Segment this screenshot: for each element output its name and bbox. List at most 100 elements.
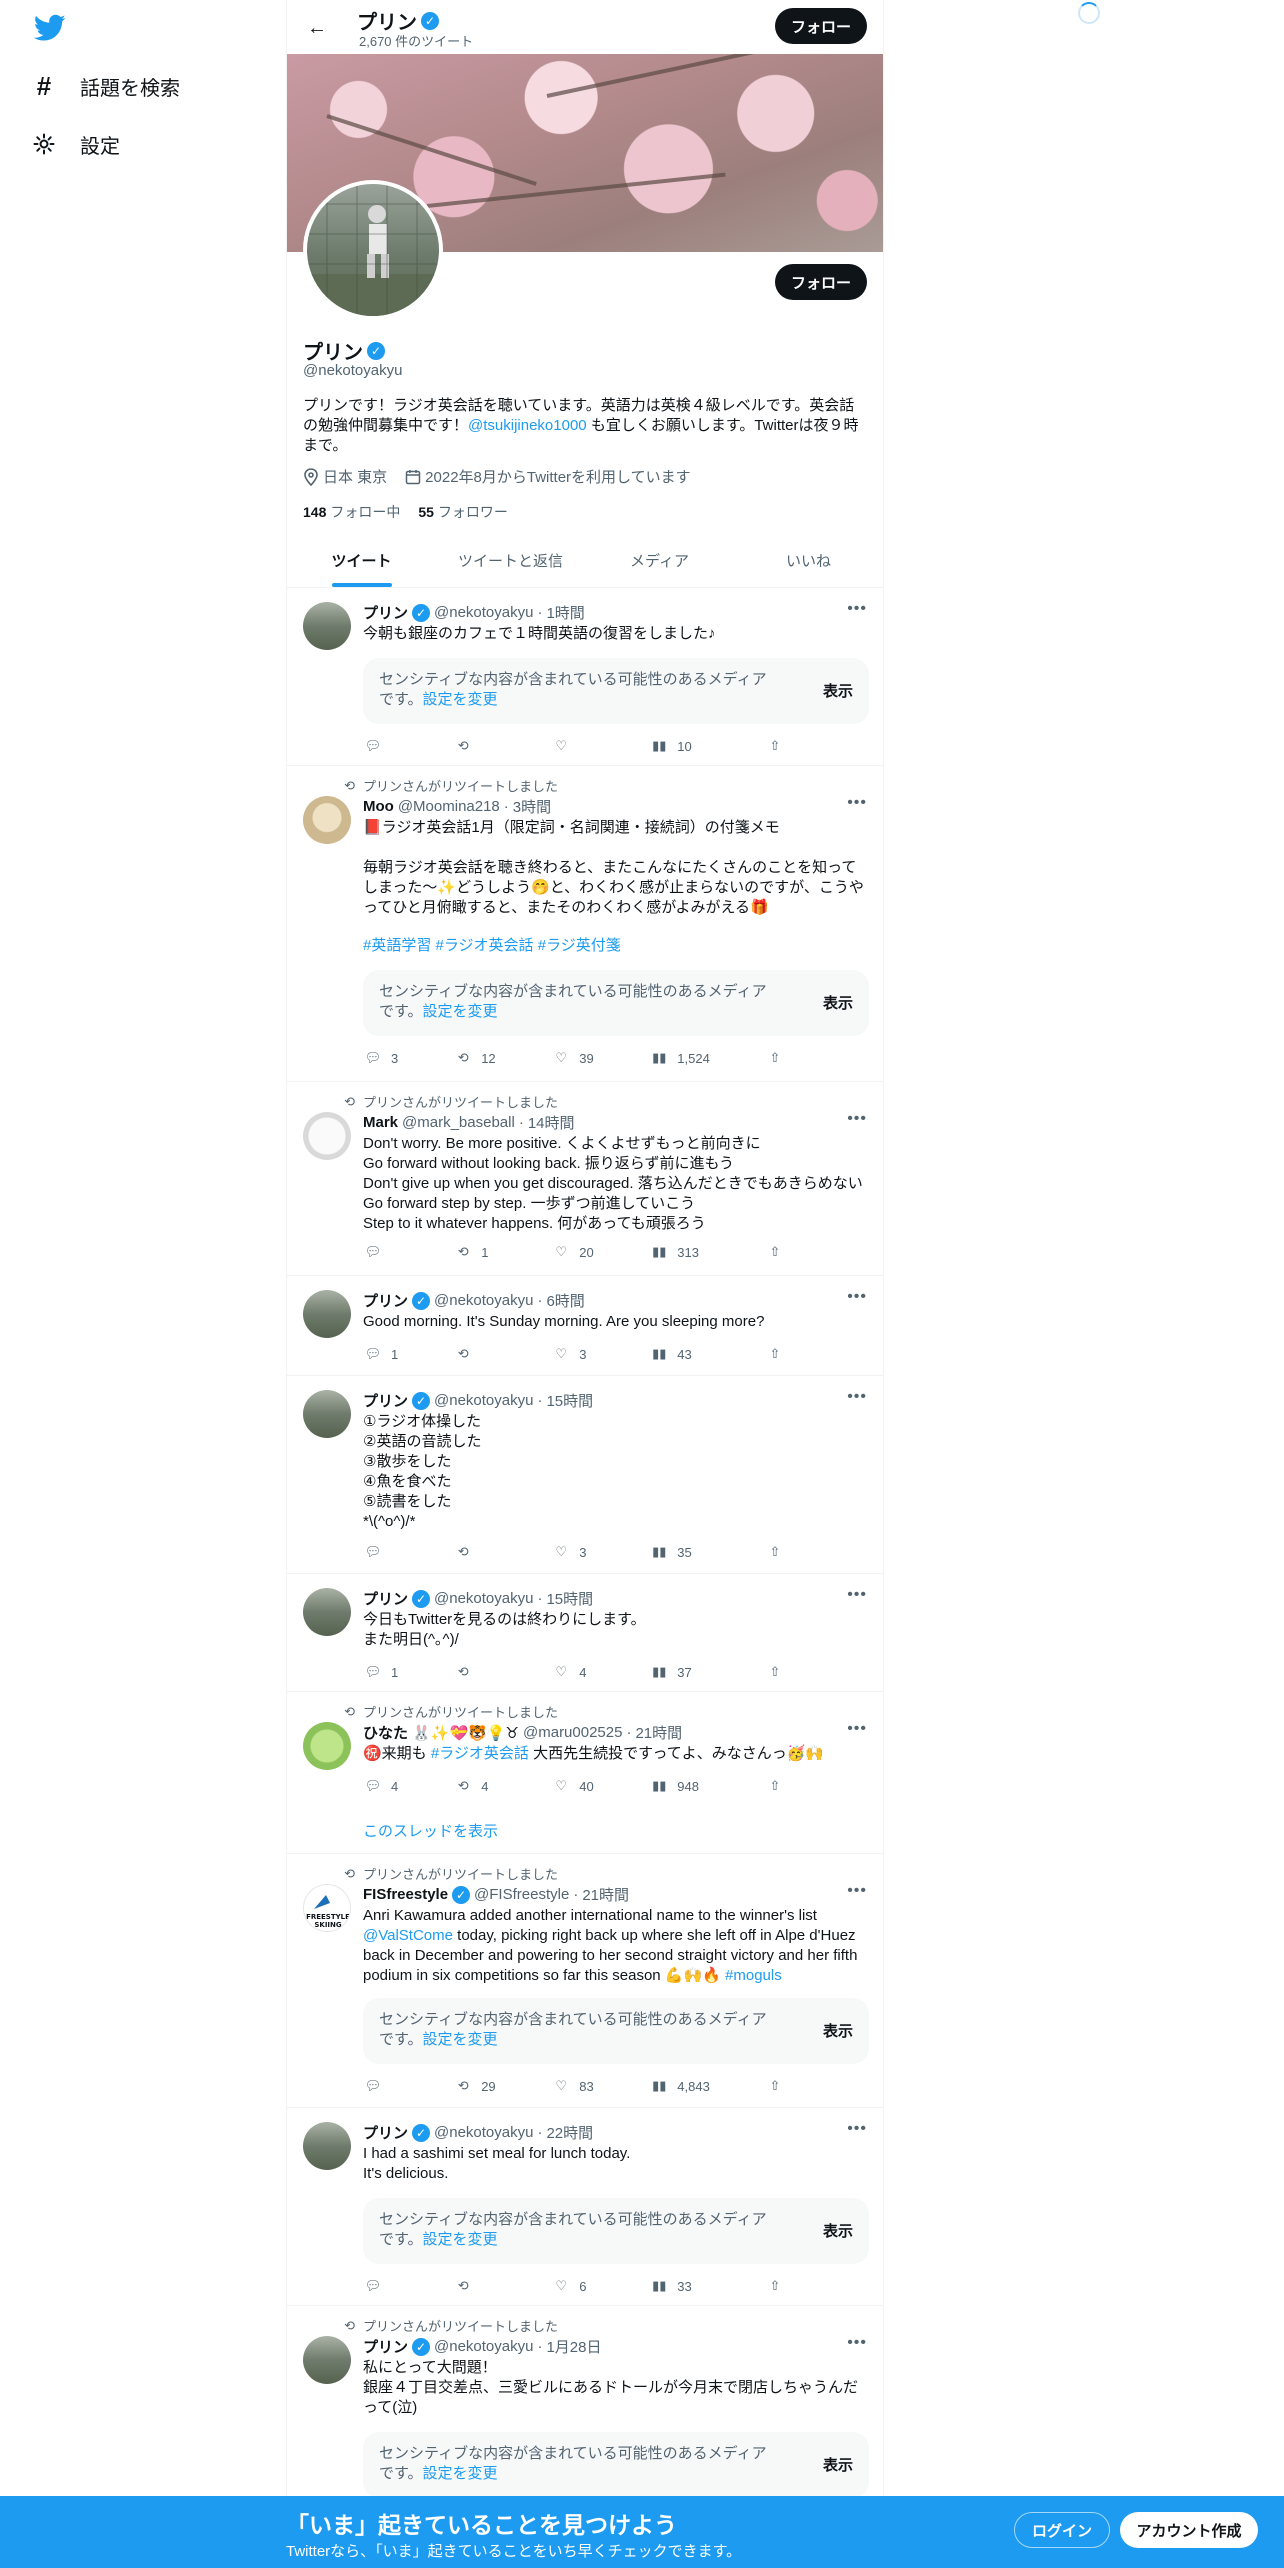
views-button[interactable]: ▮▮ 948: [649, 1776, 765, 1796]
reply-button[interactable]: 💬︎ 1: [363, 1662, 453, 1682]
profile-follow-button[interactable]: フォロー: [775, 264, 867, 300]
avatar[interactable]: [303, 796, 351, 844]
show-media-button[interactable]: 表示: [823, 2020, 853, 2041]
views-button[interactable]: ▮▮ 10: [649, 736, 765, 756]
bio-mention-link[interactable]: @tsukijineko1000: [468, 417, 587, 434]
login-button[interactable]: ログイン: [1014, 2512, 1110, 2548]
create-account-button[interactable]: アカウント作成: [1120, 2512, 1258, 2548]
reply-button[interactable]: 💬︎: [363, 1242, 453, 1262]
sidebar-item-explore[interactable]: # 話題を検索: [30, 62, 180, 110]
change-settings-link[interactable]: 設定を変更: [423, 2231, 498, 2248]
share-button[interactable]: ⇧: [765, 736, 793, 756]
retweet-button[interactable]: ⟲ 29: [453, 2076, 551, 2096]
retweet-button[interactable]: ⟲: [453, 2276, 551, 2296]
tweet[interactable]: プリン ✓ @nekotoyakyu · 6時間 ••• Good morning. …: [287, 1276, 883, 1376]
retweet-button[interactable]: ⟲ 4: [453, 1776, 551, 1796]
show-media-button[interactable]: 表示: [823, 2454, 853, 2475]
tweet[interactable]: プリン ✓ @nekotoyakyu · 1時間 ••• 今朝も銀座のカフェで１時間英…: [287, 588, 883, 766]
avatar[interactable]: FREESTYLE SKIING: [303, 1884, 351, 1932]
followers-link[interactable]: 55 フォロワー: [418, 502, 508, 522]
tab-tweets[interactable]: ツイート: [287, 534, 436, 587]
reply-button[interactable]: 💬︎: [363, 736, 453, 756]
more-options-icon[interactable]: •••: [847, 1110, 867, 1128]
like-button[interactable]: ♡: [551, 736, 649, 756]
tweet[interactable]: プリン ✓ @nekotoyakyu · 15時間 ••• ①ラジオ体操した ②英語の…: [287, 1376, 883, 1574]
share-button[interactable]: ⇧: [765, 1542, 793, 1562]
like-button[interactable]: ♡ 39: [551, 1048, 649, 1068]
show-media-button[interactable]: 表示: [823, 2220, 853, 2241]
tweet[interactable]: ⟲ プリンさんがリツイートしました Mark @mark_baseball · 14時…: [287, 1082, 883, 1276]
tab-media[interactable]: メディア: [585, 534, 734, 587]
more-options-icon[interactable]: •••: [847, 600, 867, 618]
views-button[interactable]: ▮▮ 35: [649, 1542, 765, 1562]
retweet-button[interactable]: ⟲ 1: [453, 1242, 551, 1262]
views-button[interactable]: ▮▮ 37: [649, 1662, 765, 1682]
avatar[interactable]: [303, 1112, 351, 1160]
retweet-button[interactable]: ⟲: [453, 736, 551, 756]
retweet-button[interactable]: ⟲ 12: [453, 1048, 551, 1068]
following-link[interactable]: 148 フォロー中: [303, 502, 400, 522]
change-settings-link[interactable]: 設定を変更: [423, 2465, 498, 2482]
reply-button[interactable]: 💬︎ 1: [363, 1344, 453, 1364]
like-button[interactable]: ♡ 4: [551, 1662, 649, 1682]
tab-tweets-replies[interactable]: ツイートと返信: [436, 534, 585, 587]
reply-button[interactable]: 💬︎ 4: [363, 1776, 453, 1796]
more-options-icon[interactable]: •••: [847, 794, 867, 812]
share-button[interactable]: ⇧: [765, 1344, 793, 1364]
share-button[interactable]: ⇧: [765, 2076, 793, 2096]
share-button[interactable]: ⇧: [765, 2276, 793, 2296]
like-button[interactable]: ♡ 20: [551, 1242, 649, 1262]
mention-link[interactable]: @ValStCome: [363, 1927, 453, 1944]
show-media-button[interactable]: 表示: [823, 680, 853, 701]
avatar[interactable]: [303, 1722, 351, 1770]
tab-likes[interactable]: いいね: [734, 534, 883, 587]
tweet-hashtags[interactable]: #英語学習 #ラジオ英会話 #ラジ英付箋: [363, 936, 869, 956]
more-options-icon[interactable]: •••: [847, 1720, 867, 1738]
views-button[interactable]: ▮▮ 43: [649, 1344, 765, 1364]
more-options-icon[interactable]: •••: [847, 1288, 867, 1306]
avatar[interactable]: [303, 1390, 351, 1438]
share-button[interactable]: ⇧: [765, 1242, 793, 1262]
like-button[interactable]: ♡ 83: [551, 2076, 649, 2096]
tweet[interactable]: ⟲ プリンさんがリツイートしました ひなた 🐰✨💝🐯💡♉ @maru002525 ·…: [287, 1692, 883, 1854]
like-button[interactable]: ♡ 3: [551, 1542, 649, 1562]
retweet-button[interactable]: ⟲: [453, 1662, 551, 1682]
like-button[interactable]: ♡ 6: [551, 2276, 649, 2296]
header-follow-button[interactable]: フォロー: [775, 8, 867, 44]
change-settings-link[interactable]: 設定を変更: [423, 1003, 498, 1020]
avatar[interactable]: [303, 1588, 351, 1636]
like-button[interactable]: ♡ 40: [551, 1776, 649, 1796]
hashtag-link[interactable]: #ラジオ英会話: [431, 1745, 529, 1762]
views-button[interactable]: ▮▮ 33: [649, 2276, 765, 2296]
show-media-button[interactable]: 表示: [823, 992, 853, 1013]
sidebar-item-settings[interactable]: 設定: [30, 120, 120, 168]
more-options-icon[interactable]: •••: [847, 2120, 867, 2138]
views-button[interactable]: ▮▮ 1,524: [649, 1048, 765, 1068]
more-options-icon[interactable]: •••: [847, 1388, 867, 1406]
avatar[interactable]: [303, 602, 351, 650]
reply-button[interactable]: 💬︎: [363, 1542, 453, 1562]
avatar[interactable]: [303, 2336, 351, 2384]
retweet-button[interactable]: ⟲: [453, 1542, 551, 1562]
more-options-icon[interactable]: •••: [847, 1882, 867, 1900]
twitter-bird-icon[interactable]: [33, 14, 66, 42]
tweet[interactable]: プリン ✓ @nekotoyakyu · 22時間 ••• I had a sashi…: [287, 2108, 883, 2306]
back-arrow-icon[interactable]: ←: [301, 12, 333, 44]
tweet[interactable]: ⟲ プリンさんがリツイートしました FREESTYLE SKIING FISfree…: [287, 1854, 883, 2108]
reply-button[interactable]: 💬︎ 3: [363, 1048, 453, 1068]
tweet[interactable]: ⟲ プリンさんがリツイートしました Moo @Moomina218 · 3時間 •••…: [287, 766, 883, 1082]
change-settings-link[interactable]: 設定を変更: [423, 691, 498, 708]
tweet[interactable]: プリン ✓ @nekotoyakyu · 15時間 ••• 今日もTwitterを見る…: [287, 1574, 883, 1692]
show-thread-link[interactable]: このスレッドを表示: [363, 1820, 498, 1841]
change-settings-link[interactable]: 設定を変更: [423, 2031, 498, 2048]
profile-avatar[interactable]: [303, 180, 443, 320]
reply-button[interactable]: 💬︎: [363, 2076, 453, 2096]
views-button[interactable]: ▮▮ 4,843: [649, 2076, 765, 2096]
more-options-icon[interactable]: •••: [847, 2334, 867, 2352]
retweet-button[interactable]: ⟲: [453, 1344, 551, 1364]
reply-button[interactable]: 💬︎: [363, 2276, 453, 2296]
share-button[interactable]: ⇧: [765, 1662, 793, 1682]
avatar[interactable]: [303, 2122, 351, 2170]
share-button[interactable]: ⇧: [765, 1048, 793, 1068]
views-button[interactable]: ▮▮ 313: [649, 1242, 765, 1262]
